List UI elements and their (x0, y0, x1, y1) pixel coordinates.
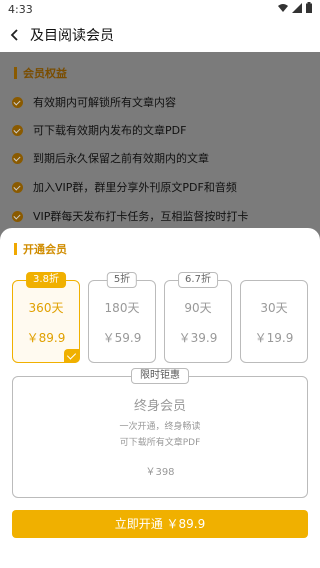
nav-bar: 及目阅读会员 (0, 18, 320, 52)
chevron-left-icon (10, 29, 18, 41)
check-circle-icon (12, 124, 23, 136)
discount-badge: 5折 (106, 272, 138, 288)
plan-card-30[interactable]: 30天 ￥19.9 (240, 280, 308, 363)
sheet-heading-text: 开通会员 (23, 243, 67, 256)
plan-card-180[interactable]: 5折 180天 ￥59.9 (88, 272, 156, 363)
benefits-section: 会员权益 有效期内可解锁所有文章内容 可下载有效期内发布的文章PDF 到期后永久… (0, 52, 320, 242)
page-title: 及目阅读会员 (30, 28, 114, 44)
check-circle-icon (12, 96, 23, 108)
plan-price: ￥89.9 (26, 331, 66, 345)
lifetime-price: ￥398 (145, 467, 175, 478)
plan-duration: 90天 (184, 301, 212, 315)
discount-badge: 6.7折 (178, 272, 218, 288)
lifetime-plan-card[interactable]: 限时钜惠 终身会员 一次开通，终身畅读 可下载所有文章PDF ￥398 (12, 368, 308, 498)
benefit-text: 有效期内可解锁所有文章内容 (33, 96, 176, 109)
benefit-item: 有效期内可解锁所有文章内容 (12, 94, 176, 110)
heading-accent-bar (14, 243, 17, 255)
back-button[interactable] (0, 18, 30, 52)
check-circle-icon (12, 210, 23, 222)
promo-badge: 限时钜惠 (131, 368, 189, 384)
plan-duration: 180天 (104, 301, 140, 315)
lifetime-desc-2: 可下载所有文章PDF (119, 438, 201, 448)
wifi-icon (278, 3, 288, 12)
plan-duration: 360天 (28, 301, 64, 315)
discount-badge: 3.8折 (26, 272, 66, 288)
plan-price: ￥19.9 (254, 331, 294, 345)
benefit-text: 加入VIP群，群里分享外刊原文PDF和音频 (33, 181, 237, 194)
plan-card-90[interactable]: 6.7折 90天 ￥39.9 (164, 272, 232, 363)
plan-price: ￥39.9 (178, 331, 218, 345)
benefit-item: 到期后永久保留之前有效期内的文章 (12, 150, 209, 166)
plan-duration: 30天 (260, 301, 288, 315)
purchase-sheet: 开通会员 3.8折 360天 ￥89.9 5折 180天 ￥59.9 6.7折 … (0, 228, 320, 568)
check-circle-icon (12, 181, 23, 193)
lifetime-desc-1: 一次开通，终身畅读 (119, 422, 201, 432)
heading-accent-bar (14, 67, 17, 79)
plan-card-360[interactable]: 3.8折 360天 ￥89.9 (12, 272, 80, 363)
benefit-text: VIP群每天发布打卡任务，互相监督按时打卡 (33, 210, 249, 223)
check-icon (64, 349, 80, 363)
benefits-heading: 会员权益 (14, 66, 67, 80)
benefit-text: 可下载有效期内发布的文章PDF (33, 124, 187, 137)
plan-price: ￥59.9 (102, 331, 142, 345)
status-icons (278, 2, 312, 13)
check-circle-icon (12, 152, 23, 164)
open-membership-button[interactable]: 立即开通 ￥89.9 (12, 510, 308, 538)
benefit-item: VIP群每天发布打卡任务，互相监督按时打卡 (12, 208, 248, 224)
status-bar: 4:33 (0, 0, 320, 18)
battery-icon (306, 2, 312, 13)
signal-icon (292, 2, 302, 13)
lifetime-plan-name: 终身会员 (133, 399, 186, 414)
status-time: 4:33 (8, 3, 33, 16)
benefits-heading-text: 会员权益 (23, 67, 67, 80)
benefit-item: 加入VIP群，群里分享外刊原文PDF和音频 (12, 179, 237, 195)
benefit-item: 可下载有效期内发布的文章PDF (12, 122, 186, 138)
benefit-text: 到期后永久保留之前有效期内的文章 (33, 152, 209, 165)
sheet-heading: 开通会员 (14, 242, 67, 256)
